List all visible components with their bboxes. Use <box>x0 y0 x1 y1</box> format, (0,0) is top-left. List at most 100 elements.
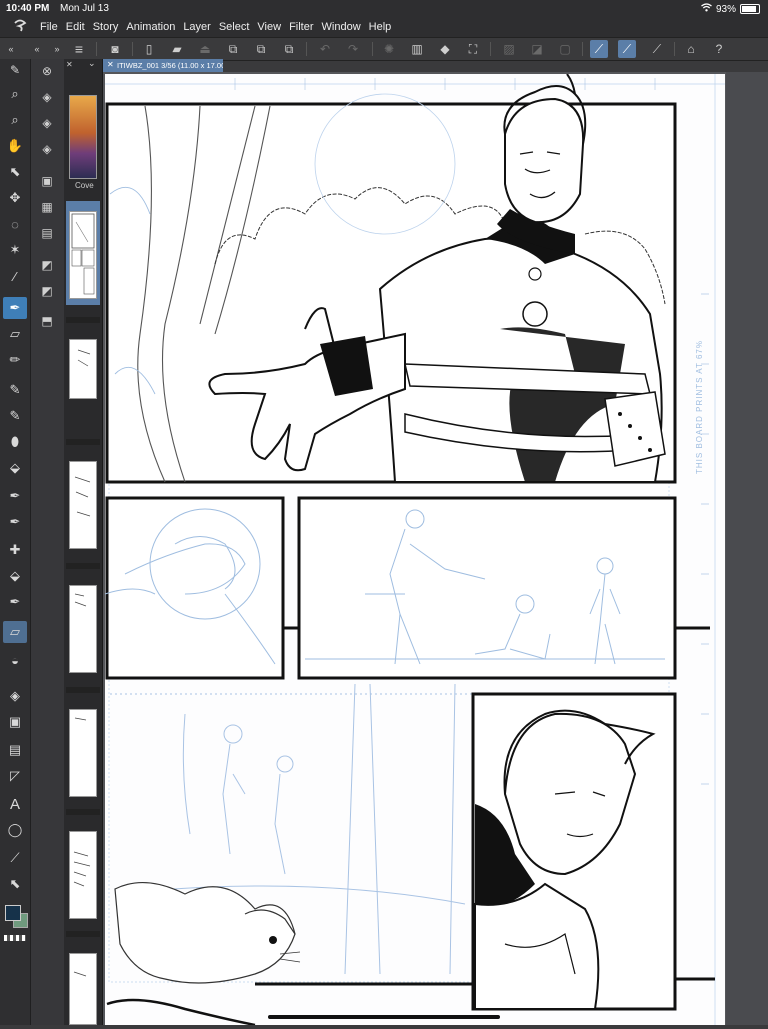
open-folder-icon[interactable]: ▰ <box>168 40 186 58</box>
figure-icon[interactable]: ▤ <box>3 739 27 761</box>
menu-select[interactable]: Select <box>219 21 258 33</box>
sub-view-icon[interactable]: ▤ <box>37 223 57 243</box>
fill-icon[interactable]: ◆ <box>436 40 454 58</box>
transform-icon[interactable]: ⛶ <box>464 40 482 58</box>
snap-ruler-icon[interactable]: ⟋ <box>590 40 608 58</box>
blend-icon[interactable]: ◒ <box>3 649 27 671</box>
decoration-tool-icon[interactable]: ⬙ <box>3 457 27 479</box>
ink-pen-icon[interactable]: ✒ <box>3 485 27 507</box>
comic-page[interactable]: THIS BOARD PRINTS AT 67% <box>105 74 725 1025</box>
loading-icon[interactable]: ✺ <box>380 40 398 58</box>
page-thumbnail[interactable] <box>69 709 97 797</box>
menu-file[interactable]: File <box>40 21 66 33</box>
pencil-tool-icon[interactable]: ✏ <box>3 349 27 371</box>
page-thumbnail[interactable] <box>69 339 97 399</box>
menu-story[interactable]: Story <box>93 21 127 33</box>
balloon-icon[interactable]: ◯ <box>3 819 27 841</box>
transparent-color-icon[interactable] <box>4 935 26 941</box>
separator <box>490 42 491 56</box>
close-panel-icon[interactable]: ✕ <box>66 60 73 69</box>
comic-artwork <box>105 74 725 1025</box>
gradient-icon[interactable]: ▣ <box>3 711 27 733</box>
hand-icon[interactable]: ✋ <box>3 135 27 157</box>
page-thumbnail[interactable] <box>69 461 97 549</box>
collapse-left-icon[interactable]: « <box>2 40 20 58</box>
eraser-hard-icon[interactable]: ◈ <box>37 87 57 107</box>
eraser-soft-icon[interactable]: ◈ <box>37 113 57 133</box>
main-color-swatch[interactable] <box>5 905 21 921</box>
deselect-icon[interactable]: ▨ <box>500 40 518 58</box>
clip-studio-icon[interactable]: ◙ <box>106 40 124 58</box>
menu-edit[interactable]: Edit <box>66 21 93 33</box>
selection-border-icon[interactable]: ▢ <box>556 40 574 58</box>
canvas-scroll-area[interactable] <box>726 72 768 1025</box>
export-page-icon[interactable]: ⧉ <box>224 40 242 58</box>
lasso-icon[interactable]: ◌ <box>3 213 27 235</box>
pen-small-icon[interactable]: ✎ <box>3 59 27 81</box>
menu-filter[interactable]: Filter <box>289 21 321 33</box>
eraser-vector-icon[interactable]: ◈ <box>37 139 57 159</box>
app-logo-icon[interactable] <box>0 19 40 36</box>
brush-tool-icon[interactable]: ✎ <box>3 379 27 401</box>
eraser-icon[interactable]: ▱ <box>3 621 27 643</box>
layers-icon[interactable]: ◩ <box>37 255 57 275</box>
help-icon[interactable]: ? <box>710 40 728 58</box>
close-tab-icon[interactable]: ✕ <box>107 60 114 69</box>
menu-window[interactable]: Window <box>322 21 369 33</box>
redo-icon[interactable]: ↷ <box>344 40 362 58</box>
material-icon[interactable]: ⬒ <box>37 311 57 331</box>
hamburger-menu-icon[interactable]: ≡ <box>70 40 88 58</box>
operation-icon[interactable]: ⬉ <box>3 873 27 895</box>
page-thumbnail[interactable] <box>69 831 97 919</box>
object-select-icon[interactable]: ⬉ <box>3 161 27 183</box>
zoom-icon[interactable]: ⌕ <box>3 83 27 105</box>
zoom-out-icon[interactable]: ⌕ <box>3 109 27 131</box>
page-thumbnail[interactable] <box>69 953 97 1025</box>
separator <box>674 42 675 56</box>
new-file-icon[interactable]: ▯ <box>140 40 158 58</box>
marker-tool-icon[interactable]: ✎ <box>3 405 27 427</box>
layer-stack-icon[interactable]: ◩ <box>37 281 57 301</box>
save-icon[interactable]: ⏏ <box>196 40 214 58</box>
document-tab[interactable]: ✕ ITIWBZ_001 3/56 (11.00 x 17.00in 600dp… <box>103 59 223 72</box>
fountain-pen-icon[interactable]: ✒ <box>3 591 27 613</box>
export-batch-icon[interactable]: ⧉ <box>252 40 270 58</box>
invert-selection-icon[interactable]: ◪ <box>528 40 546 58</box>
collapse-palette-icon[interactable]: « <box>28 40 46 58</box>
panel-dropdown-icon[interactable]: ⌄ <box>88 58 96 69</box>
menu-view[interactable]: View <box>257 21 289 33</box>
expand-palette-icon[interactable]: » <box>48 40 66 58</box>
sparkle-brush-icon[interactable]: ✚ <box>3 539 27 561</box>
undo-icon[interactable]: ↶ <box>316 40 334 58</box>
text-tool-icon[interactable]: A <box>3 793 27 815</box>
page-thumbnail[interactable] <box>69 585 97 673</box>
paint-brush-icon[interactable]: ⬙ <box>3 565 27 587</box>
learn-icon[interactable]: ⌂ <box>682 40 700 58</box>
eyedropper-icon[interactable]: ⁄ <box>3 265 27 287</box>
separator <box>582 42 583 56</box>
fill-bucket-icon[interactable]: ◈ <box>3 685 27 707</box>
magic-wand-icon[interactable]: ✶ <box>3 239 27 261</box>
snap-special-ruler-icon[interactable]: ⟋ <box>618 40 636 58</box>
snap-grid-icon[interactable]: ⟋ <box>648 40 666 58</box>
menu-layer[interactable]: Layer <box>183 21 219 33</box>
navigator-icon[interactable]: ▦ <box>37 197 57 217</box>
ruler-icon[interactable]: ⟋ <box>3 847 27 869</box>
menu-animation[interactable]: Animation <box>126 21 183 33</box>
layer-properties-icon[interactable]: ▣ <box>37 171 57 191</box>
home-indicator[interactable] <box>268 1015 500 1019</box>
menu-bar: File Edit Story Animation Layer Select V… <box>0 17 768 37</box>
menu-help[interactable]: Help <box>369 21 400 33</box>
frame-border-icon[interactable]: ◸ <box>3 765 27 787</box>
eraser-tool-icon[interactable]: ▱ <box>3 323 27 345</box>
print-icon[interactable]: ⧉ <box>280 40 298 58</box>
collapse-subtool-icon[interactable]: ⊗ <box>37 61 57 81</box>
page-thumbnail-current[interactable] <box>69 211 97 299</box>
pen-tool-icon[interactable]: ✒ <box>3 297 27 319</box>
g-pen-icon[interactable]: ✒ <box>3 511 27 533</box>
airbrush-tool-icon[interactable]: ⬮ <box>3 431 27 453</box>
clear-icon[interactable]: ▥ <box>408 40 426 58</box>
cover-thumbnail[interactable] <box>69 95 97 179</box>
tool-palette: ✎ ⌕ ⌕ ✋ ⬉ ✥ ◌ ✶ ⁄ ✒ ▱ ✏ ✎ ✎ ⬮ ⬙ ✒ ✒ ✚ ⬙ … <box>0 59 31 1025</box>
move-icon[interactable]: ✥ <box>3 187 27 209</box>
